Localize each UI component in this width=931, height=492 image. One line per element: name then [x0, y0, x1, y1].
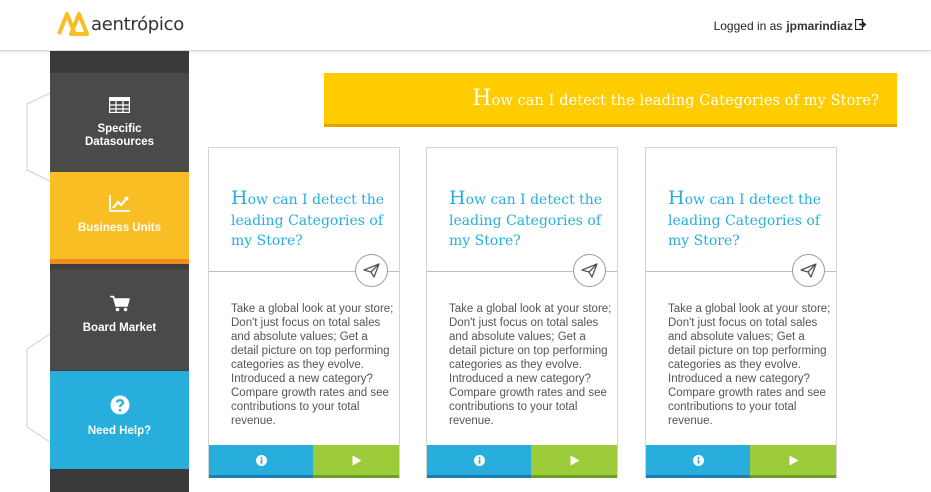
card-description: Take a global look at your store; Don't …: [231, 303, 394, 427]
bracket-decoration: [26, 333, 51, 443]
play-button[interactable]: [531, 445, 617, 478]
logo[interactable]: aentrópico: [57, 10, 184, 38]
card-title: How can I detect the leading Categories …: [231, 188, 396, 252]
play-icon: [789, 455, 798, 465]
paper-plane-icon: [800, 263, 817, 278]
play-button[interactable]: [750, 445, 836, 478]
logged-in-label: Logged in as: [713, 19, 783, 33]
send-button[interactable]: [573, 254, 606, 287]
info-button[interactable]: [646, 445, 750, 478]
card-description: Take a global look at your store; Don't …: [668, 303, 831, 427]
logout-icon[interactable]: [854, 18, 867, 33]
question-icon: [110, 395, 129, 415]
page-title: How can I detect the leading Categories …: [472, 86, 879, 111]
page-banner: How can I detect the leading Categories …: [324, 73, 897, 127]
sidebar-bottom: [50, 469, 189, 492]
sidebar-item-label: Datasources: [84, 136, 155, 148]
card-actions: [646, 445, 836, 478]
card-actions: [427, 445, 617, 478]
info-button[interactable]: [209, 445, 313, 478]
title-text: ow can I detect the leading Categories o…: [668, 192, 822, 249]
sidebar-item-board-market[interactable]: Board Market: [50, 269, 189, 370]
play-icon: [352, 455, 361, 465]
sidebar-item-label: Need Help?: [87, 425, 152, 437]
sidebar-item-need-help[interactable]: Need Help?: [50, 371, 189, 469]
title-text: ow can I detect the leading Categories o…: [491, 93, 879, 109]
info-icon: [473, 454, 485, 466]
title-initial: H: [668, 187, 685, 209]
info-icon: [255, 454, 267, 466]
title-initial: H: [472, 86, 492, 111]
brand-name: aentrópico: [91, 13, 184, 35]
card-description: Take a global look at your store; Don't …: [449, 303, 612, 427]
title-text: ow can I detect the leading Categories o…: [449, 192, 603, 249]
sidebar-item-label: Business Units: [77, 222, 162, 234]
top-bar: aentrópico Logged in as jpmarindiaz: [0, 0, 931, 51]
play-button[interactable]: [313, 445, 399, 478]
sidebar-item-label: Board Market: [82, 322, 157, 334]
info-icon: [692, 454, 704, 466]
cart-icon: [109, 295, 130, 312]
sidebar-item-specific-datasources[interactable]: Specific Datasources: [50, 73, 189, 172]
play-icon: [570, 455, 579, 465]
trend-chart-icon: [108, 195, 130, 212]
question-card: How can I detect the leading Categories …: [208, 147, 400, 478]
bracket-decoration: [26, 92, 51, 182]
paper-plane-icon: [581, 263, 598, 278]
sidebar: Specific Datasources Business Units Boar…: [50, 51, 189, 492]
paper-plane-icon: [363, 263, 380, 278]
card-title: How can I detect the leading Categories …: [668, 188, 833, 252]
login-status: Logged in as jpmarindiaz: [713, 18, 867, 33]
question-card: How can I detect the leading Categories …: [426, 147, 618, 478]
card-actions: [209, 445, 399, 478]
title-initial: H: [231, 187, 248, 209]
send-button[interactable]: [792, 254, 825, 287]
sidebar-top: [50, 51, 189, 73]
card-title: How can I detect the leading Categories …: [449, 188, 614, 252]
sidebar-item-label: Specific: [97, 123, 142, 135]
title-text: ow can I detect the leading Categories o…: [231, 192, 385, 249]
table-icon: [109, 97, 130, 113]
aentropico-logo-icon: [57, 12, 89, 36]
title-initial: H: [449, 187, 466, 209]
question-card: How can I detect the leading Categories …: [645, 147, 837, 478]
username-link[interactable]: jpmarindiaz: [786, 19, 853, 33]
sidebar-item-business-units[interactable]: Business Units: [50, 172, 189, 264]
info-button[interactable]: [427, 445, 531, 478]
send-button[interactable]: [355, 254, 388, 287]
